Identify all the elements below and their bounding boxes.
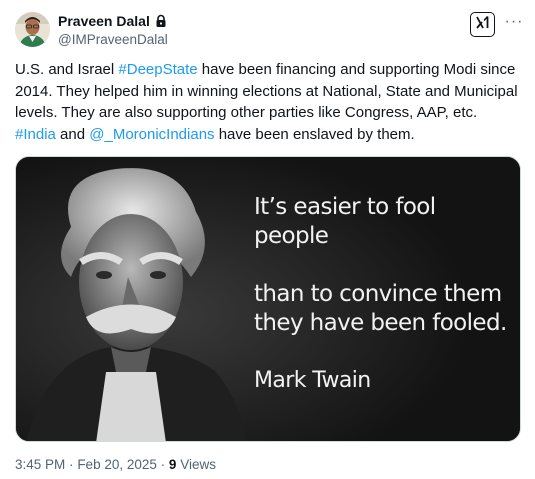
views-count: 9 [168,457,177,472]
hashtag-link-india[interactable]: #India [15,126,56,143]
quote-line-1: It’s easier to fool people [254,194,436,249]
quote-text: It’s easier to fool people than to convi… [254,193,514,395]
avatar[interactable] [15,12,50,47]
more-icon[interactable]: ··· [504,12,524,32]
media-image[interactable]: It’s easier to fool people than to convi… [15,156,521,442]
tweet-text-segment: U.S. and Israel [15,61,119,78]
tweet-text-segment: and [55,125,90,143]
quote-line-2: than to convince them they have been foo… [254,281,507,336]
tweet-header: Praveen Dalal @IMPraveenDalal ··· [15,12,523,48]
author-handle[interactable]: @IMPraveenDalal [58,31,168,49]
quote-author: Mark Twain [254,368,371,393]
tweet-text-segment: have been enslaved by them. [214,125,415,143]
mention-link[interactable]: @_MoronicIndians [89,126,214,143]
timestamp-time[interactable]: 3:45 PM [15,457,65,472]
views-label: Views [180,457,216,472]
tweet-meta: 3:45 PM · Feb 20, 2025 · 9 Views [15,456,216,474]
lock-icon [154,14,168,28]
grok-button[interactable] [470,12,495,37]
grok-icon [475,15,490,35]
author-display-name[interactable]: Praveen Dalal [58,12,150,30]
hashtag-link-deepstate[interactable]: #DeepState [118,61,197,78]
author-info: Praveen Dalal @IMPraveenDalal [58,12,168,49]
tweet-text: U.S. and Israel #DeepState have been fin… [15,59,520,145]
meta-separator: · [69,457,74,472]
meta-separator: · [160,457,166,472]
timestamp-date[interactable]: Feb 20, 2025 [77,457,157,472]
